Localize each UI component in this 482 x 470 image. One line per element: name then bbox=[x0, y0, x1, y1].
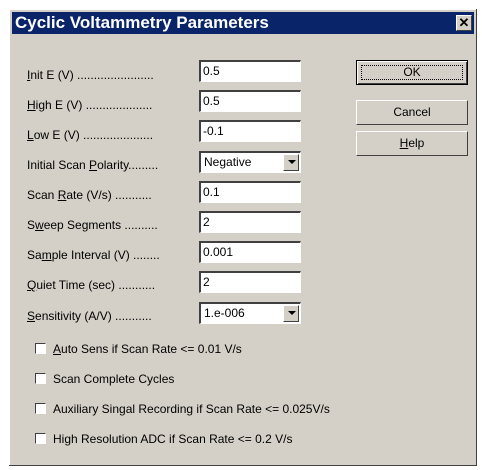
polarity-value: Negative bbox=[204, 155, 252, 169]
cancel-button[interactable]: Cancel bbox=[356, 100, 468, 125]
init-e-field[interactable]: 0.5 bbox=[199, 60, 301, 82]
label-scan-rate: Scan Rate (V/s) ........... bbox=[27, 188, 152, 202]
close-button[interactable]: ✕ bbox=[456, 15, 472, 31]
checkbox-box[interactable] bbox=[35, 343, 46, 354]
label-low-e: Low E (V) ..................... bbox=[27, 128, 154, 142]
quiet-time-field[interactable]: 2 bbox=[199, 271, 301, 293]
sample-interval-field[interactable]: 0.001 bbox=[199, 241, 301, 263]
checkbox-label: Auxiliary Singal Recording if Scan Rate … bbox=[53, 402, 330, 416]
low-e-field[interactable]: -0.1 bbox=[199, 120, 301, 142]
label-init-e: Init E (V) ....................... bbox=[27, 68, 154, 82]
chevron-down-icon bbox=[288, 160, 296, 164]
window-title: Cyclic Voltammetry Parameters bbox=[15, 13, 269, 32]
cancel-label: Cancel bbox=[393, 105, 431, 119]
checkbox-label: Auto Sens if Scan Rate <= 0.01 V/s bbox=[53, 342, 242, 356]
label-high-e: High E (V) .................... bbox=[27, 98, 153, 112]
sensitivity-dropdown-button[interactable] bbox=[283, 305, 299, 322]
sensitivity-select[interactable]: 1.e-006 bbox=[199, 302, 301, 324]
checkbox-box[interactable] bbox=[35, 373, 46, 384]
high-e-field[interactable]: 0.5 bbox=[199, 90, 301, 112]
polarity-dropdown-button[interactable] bbox=[283, 154, 299, 171]
label-quiet-time: Quiet Time (sec) ........... bbox=[27, 278, 156, 292]
label-initial-scan-polarity: Initial Scan Polarity......... bbox=[27, 158, 159, 172]
chevron-down-icon bbox=[288, 311, 296, 315]
checkbox-label: High Resolution ADC if Scan Rate <= 0.2 … bbox=[53, 432, 293, 446]
label-sample-interval: Sample Interval (V) ........ bbox=[27, 248, 160, 262]
help-label: elp bbox=[408, 136, 425, 150]
polarity-select[interactable]: Negative bbox=[199, 151, 301, 173]
title-bar[interactable]: Cyclic Voltammetry Parameters ✕ bbox=[12, 12, 474, 34]
help-button[interactable]: Help bbox=[356, 131, 468, 156]
label-sensitivity: Sensitivity (A/V) ........... bbox=[27, 309, 152, 323]
dialog-window: Cyclic Voltammetry Parameters ✕ Init E (… bbox=[8, 8, 478, 467]
label-sweep-segments: Sweep Segments .......... bbox=[27, 218, 158, 232]
close-icon: ✕ bbox=[458, 15, 470, 30]
scan-rate-field[interactable]: 0.1 bbox=[199, 181, 301, 203]
checkbox-box[interactable] bbox=[35, 403, 46, 414]
ok-button[interactable]: OK bbox=[356, 60, 468, 85]
checkbox-label: Scan Complete Cycles bbox=[53, 372, 175, 386]
checkbox-box[interactable] bbox=[35, 433, 46, 444]
sweep-segments-field[interactable]: 2 bbox=[199, 211, 301, 233]
sensitivity-value: 1.e-006 bbox=[204, 306, 245, 320]
